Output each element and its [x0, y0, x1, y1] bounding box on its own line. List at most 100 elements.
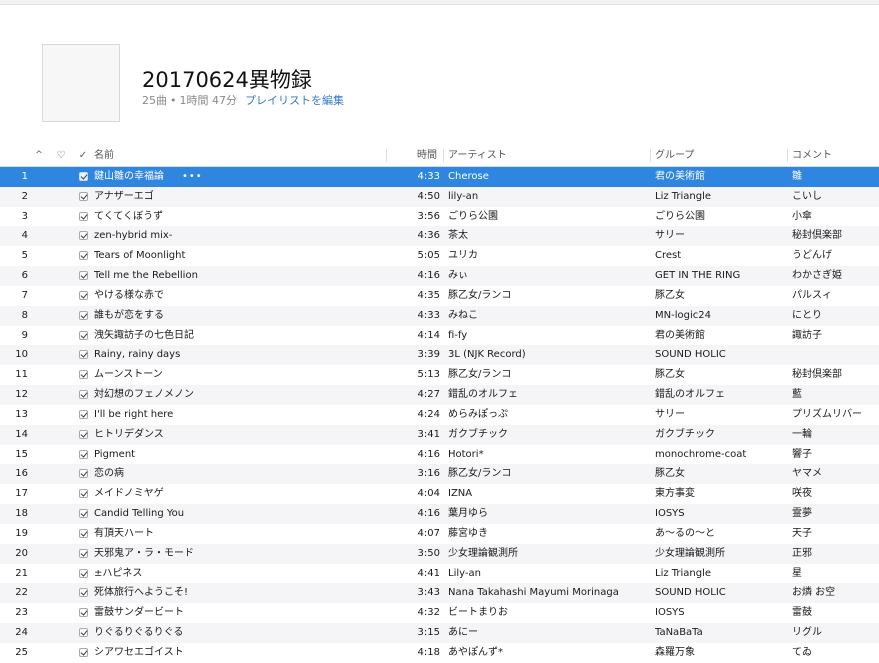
- track-enabled-checkbox[interactable]: [76, 167, 90, 187]
- track-name: りぐるりぐるりぐる: [94, 627, 184, 639]
- playlist-artwork[interactable]: [42, 44, 120, 122]
- track-enabled-checkbox[interactable]: [76, 504, 90, 524]
- track-enabled-checkbox[interactable]: [76, 425, 90, 445]
- track-number: 3: [21, 210, 28, 222]
- checkmark-icon: [78, 489, 88, 499]
- track-enabled-checkbox[interactable]: [76, 484, 90, 504]
- checkmark-icon: [78, 409, 88, 419]
- track-row[interactable]: 5 Tears of Moonlight 5:05 ユリカ Crest うどんげ: [0, 246, 879, 266]
- track-comment: 雷鼓: [792, 607, 812, 619]
- track-comment: パルスィ: [792, 289, 832, 301]
- column-divider[interactable]: [650, 149, 651, 162]
- track-row[interactable]: 17 メイドノミヤゲ 4:04 IZNA 東方事変 咲夜: [0, 484, 879, 504]
- track-enabled-checkbox[interactable]: [76, 187, 90, 207]
- column-header-comment[interactable]: コメント: [792, 145, 878, 166]
- track-enabled-checkbox[interactable]: [76, 583, 90, 603]
- column-divider[interactable]: [787, 149, 788, 162]
- track-comment: わかさぎ姫: [792, 270, 842, 282]
- track-time: 4:18: [417, 646, 440, 658]
- track-time: 5:13: [417, 369, 440, 381]
- track-row[interactable]: 11 ムーンストーン 5:13 豚乙女/ランコ 豚乙女 秘封倶楽部: [0, 365, 879, 385]
- track-name: てくてくぼうず: [94, 210, 164, 222]
- track-enabled-checkbox[interactable]: [76, 207, 90, 227]
- column-divider[interactable]: [386, 149, 387, 162]
- track-row[interactable]: 12 対幻想のフェノメノン 4:27 錯乱のオルフェ 錯乱のオルフェ 藍: [0, 385, 879, 405]
- track-enabled-checkbox[interactable]: [76, 326, 90, 346]
- sort-ascending-icon[interactable]: ^: [33, 145, 45, 166]
- track-name: メイドノミヤゲ: [94, 488, 164, 500]
- track-enabled-checkbox[interactable]: [76, 345, 90, 365]
- track-enabled-checkbox[interactable]: [76, 524, 90, 544]
- track-enabled-checkbox[interactable]: [76, 623, 90, 643]
- track-row[interactable]: 18 Candid Telling You 4:16 葉月ゆら IOSYS 霊夢: [0, 504, 879, 524]
- track-enabled-checkbox[interactable]: [76, 445, 90, 465]
- track-row[interactable]: 25 シアワセエゴイスト 4:18 あやぽんず* 森羅万象 てゐ: [0, 643, 879, 663]
- playlist-song-count: 25曲: [142, 94, 167, 107]
- track-comment: 霊夢: [792, 508, 812, 520]
- track-group: SOUND HOLIC: [655, 349, 726, 361]
- checkmark-icon: [78, 608, 88, 618]
- track-row[interactable]: 15 Pigment 4:16 Hotori* monochrome-coat 響子: [0, 445, 879, 465]
- track-row[interactable]: 1 鍵山雛の幸福論 ••• 4:33 Cherose 君の美術館 雛: [0, 167, 879, 187]
- track-row[interactable]: 3 てくてくぼうず 3:56 ごりら公園 ごりら公園 小傘: [0, 207, 879, 227]
- track-enabled-checkbox[interactable]: [76, 306, 90, 326]
- track-row[interactable]: 9 洩矢諏訪子の七色日記 4:14 fi-fy 君の美術館 諏訪子: [0, 326, 879, 346]
- track-enabled-checkbox[interactable]: [76, 365, 90, 385]
- track-enabled-checkbox[interactable]: [76, 286, 90, 306]
- track-enabled-checkbox[interactable]: [76, 246, 90, 266]
- edit-playlist-link[interactable]: プレイリストを編集: [245, 94, 344, 107]
- checkmark-icon: [78, 628, 88, 638]
- track-artist: 錯乱のオルフェ: [448, 389, 518, 401]
- track-row[interactable]: 19 有頂天ハート 4:07 藤宮ゆき あ～るの～と 天子: [0, 524, 879, 544]
- track-enabled-checkbox[interactable]: [76, 405, 90, 425]
- track-comment: こいし: [792, 190, 822, 202]
- playlist-title: 20170624異物録: [142, 68, 312, 92]
- column-header-time[interactable]: 時間: [417, 145, 445, 166]
- checkmark-icon: [78, 191, 88, 201]
- track-artist: 藤宮ゆき: [448, 527, 488, 539]
- column-header-artist[interactable]: アーティスト: [448, 145, 646, 166]
- track-row[interactable]: 22 死体旅行へようこそ! 3:43 Nana Takahashi Mayumi Mo…: [0, 583, 879, 604]
- track-row[interactable]: 14 ヒトリデダンス 3:41 ガクブチック ガクブチック 一輪: [0, 424, 879, 445]
- track-comment: 一輪: [792, 428, 812, 440]
- track-enabled-checkbox[interactable]: [76, 464, 90, 484]
- track-enabled-checkbox[interactable]: [76, 266, 90, 286]
- track-time: 4:16: [417, 508, 440, 520]
- track-row[interactable]: 20 天邪鬼ア・ラ・モード 3:50 少女理論観測所 少女理論観測所 正邪: [0, 543, 879, 564]
- track-enabled-checkbox[interactable]: [76, 603, 90, 623]
- track-enabled-checkbox[interactable]: [76, 385, 90, 405]
- track-name: 死体旅行へようこそ!: [94, 587, 189, 599]
- track-enabled-checkbox[interactable]: [76, 544, 90, 564]
- track-time: 4:07: [417, 527, 440, 539]
- track-group: MN-logic24: [655, 309, 711, 321]
- column-divider[interactable]: [443, 149, 444, 162]
- more-options-icon[interactable]: •••: [182, 171, 203, 182]
- track-row[interactable]: 4 zen-hybrid mix- 4:36 茶太 サリー 秘封倶楽部: [0, 226, 879, 247]
- track-row[interactable]: 10 Rainy, rainy days 3:39 3L (NJK Record) SO…: [0, 345, 879, 366]
- track-artist: lily-an: [448, 190, 479, 202]
- column-header-group[interactable]: グループ: [655, 145, 783, 166]
- track-row[interactable]: 6 Tell me the Rebellion 4:16 みぃ GET IN THE R…: [0, 266, 879, 286]
- column-header-name[interactable]: 名前: [94, 145, 386, 166]
- track-enabled-checkbox[interactable]: [76, 564, 90, 584]
- track-artist: ガクブチック: [448, 428, 508, 440]
- checkmark-icon: [78, 588, 88, 598]
- track-row[interactable]: 7 やける様な赤で 4:35 豚乙女/ランコ 豚乙女 パルスィ: [0, 286, 879, 306]
- track-row[interactable]: 23 雷鼓サンダービート 4:32 ビートまりお IOSYS 雷鼓: [0, 603, 879, 623]
- track-artist: Hotori*: [448, 448, 484, 460]
- track-row[interactable]: 2 アナザーエゴ 4:50 lily-an Liz Triangle こいし: [0, 186, 879, 207]
- checkmark-column-icon[interactable]: ✓: [76, 145, 90, 166]
- track-row[interactable]: 8 誰もが恋をする 4:33 みねこ MN-logic24 にとり: [0, 305, 879, 326]
- track-enabled-checkbox[interactable]: [76, 226, 90, 246]
- track-row[interactable]: 16 恋の病 3:16 豚乙女/ランコ 豚乙女 ヤマメ: [0, 464, 879, 485]
- track-group: Crest: [655, 250, 682, 262]
- track-group: 君の美術館: [655, 329, 705, 341]
- track-time: 4:50: [417, 190, 440, 202]
- track-row[interactable]: 13 I'll be right here 4:24 めらみぽっぷ サリー プリズムリバー: [0, 405, 879, 425]
- track-enabled-checkbox[interactable]: [76, 643, 90, 663]
- track-row[interactable]: 24 りぐるりぐるりぐる 3:15 あにー TaNaBaTa リグル: [0, 623, 879, 643]
- heart-column-icon[interactable]: ♡: [54, 145, 68, 166]
- track-comment: リグル: [792, 627, 822, 639]
- track-row[interactable]: 21 ±ハピネス 4:41 Lily-an Liz Triangle 星: [0, 564, 879, 584]
- track-comment: てゐ: [792, 646, 812, 658]
